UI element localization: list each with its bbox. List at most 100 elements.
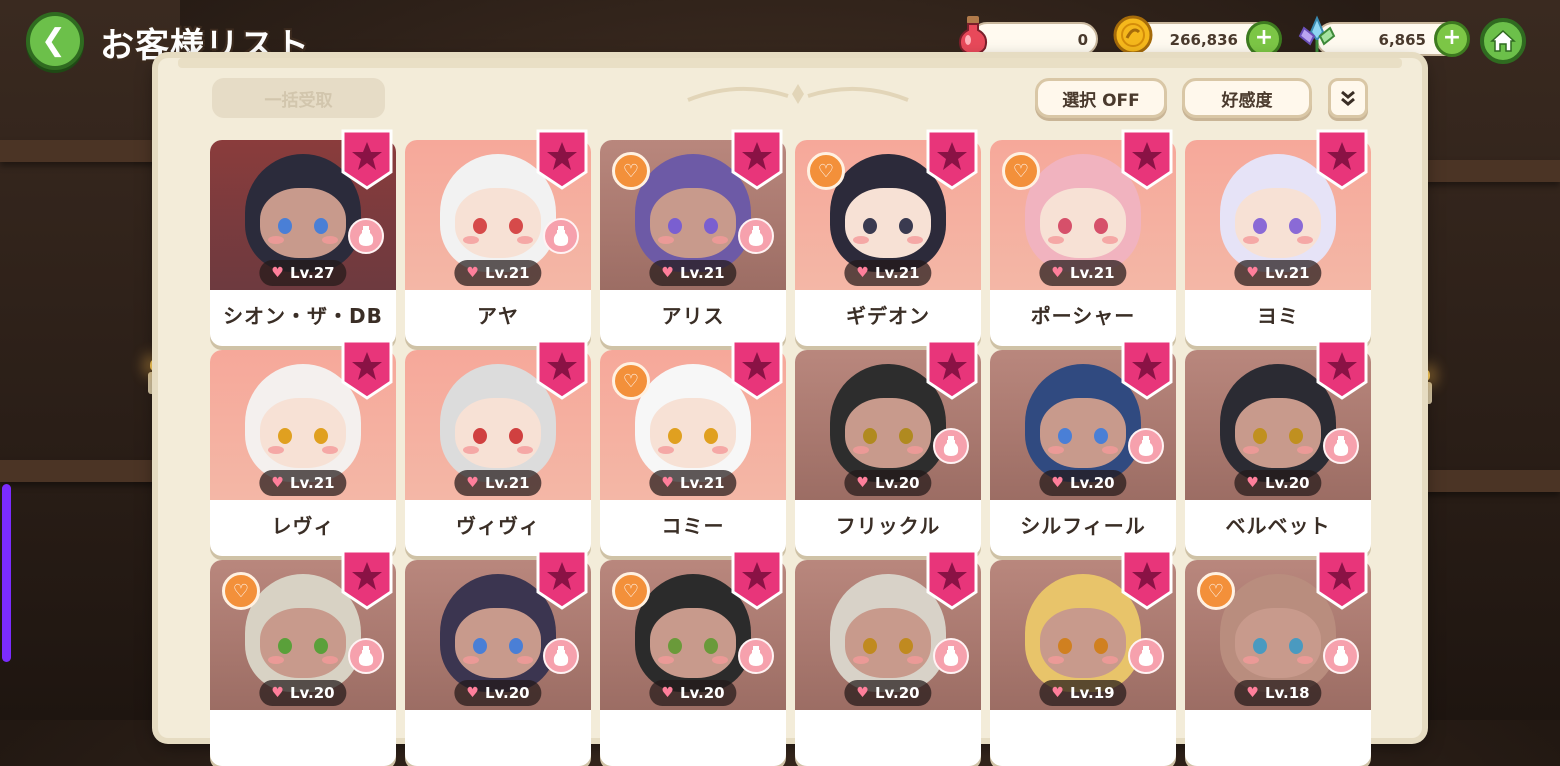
- back-button[interactable]: ❮: [26, 12, 84, 70]
- character-face: [260, 608, 346, 678]
- customer-card[interactable]: ♥ Lv.20 ベルベット: [1185, 339, 1371, 556]
- crystal-resource: 6,865 +: [1316, 21, 1470, 57]
- customer-name: [600, 710, 786, 762]
- bottle-icon[interactable]: [933, 638, 969, 674]
- customer-card[interactable]: ♡ ♥ Lv.21 ギデオン: [795, 129, 981, 346]
- star-rank-icon: [926, 129, 978, 190]
- level-badge: ♥ Lv.20: [844, 680, 932, 706]
- level-text: Lv.19: [1069, 684, 1115, 702]
- bottle-icon[interactable]: [738, 638, 774, 674]
- bottle-icon[interactable]: [1323, 638, 1359, 674]
- customer-name: アリス: [661, 304, 725, 328]
- customer-name: [795, 710, 981, 762]
- character-eye: [863, 428, 877, 444]
- expand-button[interactable]: [1328, 78, 1368, 118]
- heart-icon: ♥: [271, 265, 284, 281]
- customer-card[interactable]: ♡ ♥ Lv.20: [600, 549, 786, 766]
- level-text: Lv.18: [1264, 684, 1310, 702]
- customer-card[interactable]: ♥ Lv.21 レヴィ: [210, 339, 396, 556]
- customer-name: ベルベット: [1225, 514, 1331, 538]
- customer-card[interactable]: ♥ Lv.21 ヨミ: [1185, 129, 1371, 346]
- character-eye: [473, 638, 487, 654]
- character-face: [845, 398, 931, 468]
- customer-card[interactable]: ♡ ♥ Lv.20: [210, 549, 396, 766]
- level-text: Lv.21: [679, 264, 725, 282]
- character-face: [845, 608, 931, 678]
- character-blush: [1102, 236, 1118, 244]
- level-text: Lv.21: [874, 264, 920, 282]
- bottle-icon[interactable]: [543, 638, 579, 674]
- character-eye: [473, 428, 487, 444]
- customer-card[interactable]: ♥ Lv.20 シルフィール: [990, 339, 1176, 556]
- customer-card[interactable]: ♡ ♥ Lv.21 アリス: [600, 129, 786, 346]
- double-chevron-down-icon: [1341, 90, 1355, 106]
- customer-card[interactable]: ♥ Lv.21 ヴィヴィ: [405, 339, 591, 556]
- character-eye: [314, 218, 328, 234]
- heart-icon: ♡: [222, 572, 260, 610]
- customer-card[interactable]: ♡ ♥ Lv.21 ポーシャー: [990, 129, 1176, 346]
- character-eye: [278, 428, 292, 444]
- character-blush: [712, 446, 728, 454]
- bottle-icon[interactable]: [1323, 428, 1359, 464]
- character-blush: [907, 446, 923, 454]
- customer-card[interactable]: ♥ Lv.19: [990, 549, 1176, 766]
- bottle-icon[interactable]: [933, 428, 969, 464]
- customer-card[interactable]: ♡ ♥ Lv.18: [1185, 549, 1371, 766]
- bottle-icon[interactable]: [348, 638, 384, 674]
- character-blush: [853, 656, 869, 664]
- customer-name: [210, 710, 396, 762]
- character-eye: [863, 218, 877, 234]
- character-blush: [1048, 236, 1064, 244]
- character-blush: [1048, 446, 1064, 454]
- character-face: [1040, 398, 1126, 468]
- character-blush: [268, 446, 284, 454]
- character-blush: [268, 656, 284, 664]
- level-badge: ♥ Lv.21: [649, 470, 737, 496]
- home-button[interactable]: [1480, 18, 1526, 64]
- crystal-add-button[interactable]: +: [1434, 21, 1470, 57]
- bottle-icon[interactable]: [738, 218, 774, 254]
- customer-card[interactable]: ♥ Lv.20: [405, 549, 591, 766]
- panel-top-band: [178, 58, 1402, 68]
- character-eye: [1253, 218, 1267, 234]
- bulk-receive-button[interactable]: 一括受取: [212, 78, 385, 118]
- customer-card[interactable]: ♥ Lv.20: [795, 549, 981, 766]
- character-face: [455, 398, 541, 468]
- bottle-icon[interactable]: [348, 218, 384, 254]
- character-face: [1040, 608, 1126, 678]
- customer-card[interactable]: ♥ Lv.21 アヤ: [405, 129, 591, 346]
- customer-card[interactable]: ♥ Lv.27 シオン・ザ・DB: [210, 129, 396, 346]
- star-rank-icon: [731, 129, 783, 190]
- heart-icon: ♥: [466, 265, 479, 281]
- level-badge: ♥ Lv.20: [454, 680, 542, 706]
- character-face: [1040, 188, 1126, 258]
- customer-name: フリックル: [835, 514, 941, 538]
- character-eye: [473, 218, 487, 234]
- coin-count: 266,836: [1169, 31, 1238, 49]
- character-eye: [278, 638, 292, 654]
- bottle-icon[interactable]: [1128, 638, 1164, 674]
- character-eye: [1253, 638, 1267, 654]
- bottle-icon[interactable]: [1128, 428, 1164, 464]
- character-eye: [1094, 428, 1108, 444]
- character-blush: [268, 236, 284, 244]
- bottle-icon[interactable]: [543, 218, 579, 254]
- character-face: [455, 188, 541, 258]
- character-face: [650, 398, 736, 468]
- heart-icon: ♥: [1246, 265, 1259, 281]
- character-eye: [314, 638, 328, 654]
- level-badge: ♥ Lv.21: [454, 470, 542, 496]
- star-rank-icon: [341, 339, 393, 400]
- scroll-indicator[interactable]: [2, 484, 11, 662]
- customer-name: ヴィヴィ: [456, 514, 540, 538]
- coin-add-button[interactable]: +: [1246, 21, 1282, 57]
- sort-affinity-button[interactable]: 好感度: [1182, 78, 1312, 118]
- level-text: Lv.21: [1069, 264, 1115, 282]
- character-blush: [658, 656, 674, 664]
- level-badge: ♥ Lv.20: [844, 470, 932, 496]
- candle-icon: [148, 360, 158, 394]
- customer-card[interactable]: ♡ ♥ Lv.21 コミー: [600, 339, 786, 556]
- select-toggle-button[interactable]: 選択 OFF: [1035, 78, 1167, 118]
- heart-icon: ♡: [612, 362, 650, 400]
- customer-card[interactable]: ♥ Lv.20 フリックル: [795, 339, 981, 556]
